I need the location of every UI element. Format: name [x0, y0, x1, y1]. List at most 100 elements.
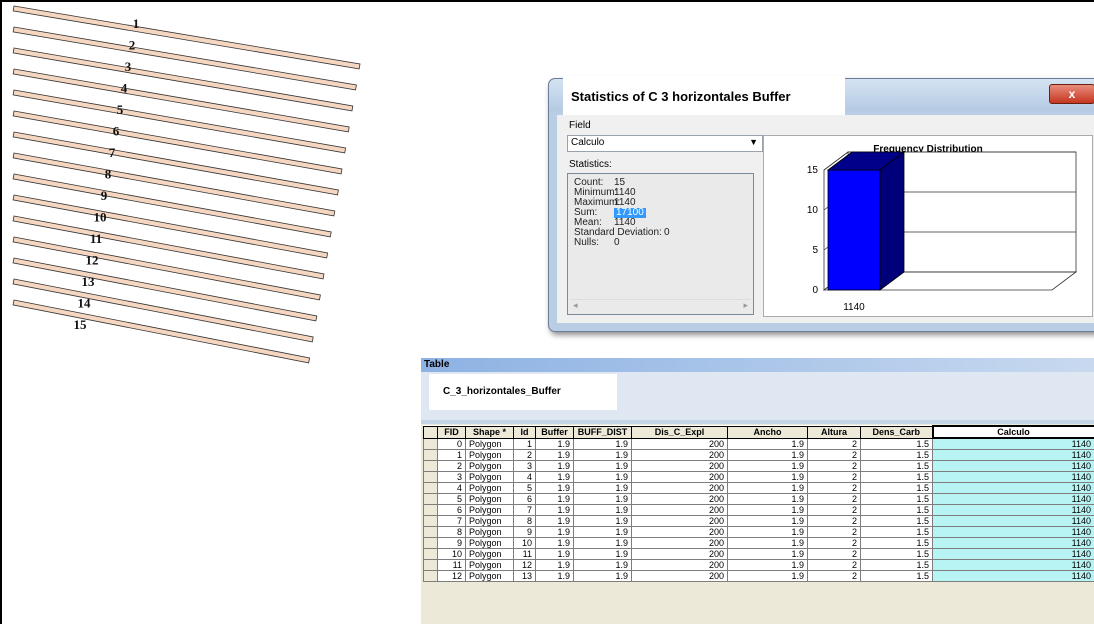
- table-cell[interactable]: 1.9: [535, 482, 574, 494]
- table-cell[interactable]: 1140: [932, 449, 1094, 461]
- row-selector[interactable]: [423, 515, 438, 527]
- column-header[interactable]: Ancho: [727, 425, 808, 439]
- column-header[interactable]: BUFF_DIST: [573, 425, 632, 439]
- chevron-down-icon[interactable]: ▼: [749, 137, 758, 147]
- table-cell[interactable]: 6: [437, 504, 466, 516]
- table-row[interactable]: 4 Polygon 5 1.9 1.9 200 1.9 2 1.5 1140: [423, 482, 1094, 494]
- table-cell[interactable]: 1: [437, 449, 466, 461]
- table-cell[interactable]: 1.5: [860, 482, 933, 494]
- table-cell[interactable]: 2: [807, 537, 861, 549]
- table-cell[interactable]: 200: [631, 460, 728, 472]
- row-selector[interactable]: [423, 493, 438, 505]
- table-cell[interactable]: 0: [437, 437, 466, 450]
- column-header[interactable]: FID: [437, 425, 466, 439]
- table-cell[interactable]: 1140: [932, 570, 1094, 582]
- table-cell[interactable]: 2: [807, 559, 861, 571]
- table-cell[interactable]: 1140: [932, 482, 1094, 494]
- table-cell[interactable]: 1140: [932, 526, 1094, 538]
- column-header[interactable]: Buffer: [535, 425, 574, 439]
- row-selector[interactable]: [423, 471, 438, 483]
- row-selector[interactable]: [423, 526, 438, 538]
- table-cell[interactable]: 7: [437, 515, 466, 527]
- table-cell[interactable]: 1.9: [727, 449, 808, 461]
- table-cell[interactable]: 1.9: [535, 460, 574, 472]
- table-cell[interactable]: 200: [631, 471, 728, 483]
- table-cell[interactable]: 1.5: [860, 471, 933, 483]
- table-cell[interactable]: 1.5: [860, 537, 933, 549]
- table-cell[interactable]: 11: [513, 548, 536, 560]
- scroll-right-icon[interactable]: ▸: [743, 300, 748, 311]
- table-cell[interactable]: 200: [631, 493, 728, 505]
- table-cell[interactable]: 11: [437, 559, 466, 571]
- table-cell[interactable]: 1.9: [573, 526, 632, 538]
- table-cell[interactable]: 1.5: [860, 504, 933, 516]
- table-cell[interactable]: 1.5: [860, 460, 933, 472]
- table-cell[interactable]: 1140: [932, 548, 1094, 560]
- table-cell[interactable]: 1.9: [535, 548, 574, 560]
- table-cell[interactable]: 200: [631, 504, 728, 516]
- table-cell[interactable]: Polygon: [465, 449, 514, 461]
- table-cell[interactable]: 1.9: [727, 526, 808, 538]
- table-cell[interactable]: 2: [807, 460, 861, 472]
- table-row[interactable]: 3 Polygon 4 1.9 1.9 200 1.9 2 1.5 1140: [423, 471, 1094, 483]
- table-cell[interactable]: 2: [807, 526, 861, 538]
- table-cell[interactable]: Polygon: [465, 504, 514, 516]
- table-cell[interactable]: Polygon: [465, 559, 514, 571]
- row-selector[interactable]: [423, 570, 438, 582]
- table-cell[interactable]: 12: [437, 570, 466, 582]
- table-cell[interactable]: 1.9: [573, 437, 632, 450]
- table-cell[interactable]: 1.9: [727, 537, 808, 549]
- table-cell[interactable]: Polygon: [465, 482, 514, 494]
- table-cell[interactable]: 5: [513, 482, 536, 494]
- table-cell[interactable]: 2: [807, 504, 861, 516]
- table-cell[interactable]: 3: [437, 471, 466, 483]
- table-cell[interactable]: 2: [807, 493, 861, 505]
- table-cell[interactable]: 2: [807, 471, 861, 483]
- table-cell[interactable]: Polygon: [465, 548, 514, 560]
- table-cell[interactable]: Polygon: [465, 437, 514, 450]
- table-cell[interactable]: 1.9: [535, 537, 574, 549]
- field-dropdown[interactable]: Calculo ▼: [567, 135, 763, 152]
- table-cell[interactable]: 200: [631, 548, 728, 560]
- table-cell[interactable]: 1140: [932, 559, 1094, 571]
- table-cell[interactable]: 4: [437, 482, 466, 494]
- statistics-textbox[interactable]: Count: 15 Minimum: 1140 Maximum: 1140 Sum: 1710…: [567, 173, 754, 315]
- row-selector[interactable]: [423, 449, 438, 461]
- table-cell[interactable]: 1.5: [860, 515, 933, 527]
- table-row[interactable]: 11 Polygon 12 1.9 1.9 200 1.9 2 1.5 1140: [423, 559, 1094, 571]
- column-header[interactable]: Altura: [807, 425, 861, 439]
- close-button[interactable]: x: [1049, 84, 1094, 104]
- table-cell[interactable]: 200: [631, 570, 728, 582]
- table-row[interactable]: 12 Polygon 13 1.9 1.9 200 1.9 2 1.5 1140: [423, 570, 1094, 582]
- horizontal-scrollbar[interactable]: ◂ ▸: [570, 299, 751, 312]
- table-cell[interactable]: Polygon: [465, 537, 514, 549]
- table-cell[interactable]: 1.9: [573, 548, 632, 560]
- row-selector[interactable]: [423, 537, 438, 549]
- table-cell[interactable]: 1.9: [727, 515, 808, 527]
- table-cell[interactable]: 5: [437, 493, 466, 505]
- table-cell[interactable]: 2: [807, 437, 861, 450]
- table-cell[interactable]: 1.9: [727, 504, 808, 516]
- table-titlebar[interactable]: Table: [421, 358, 1094, 372]
- table-cell[interactable]: 200: [631, 537, 728, 549]
- table-cell[interactable]: 1.9: [535, 559, 574, 571]
- table-cell[interactable]: 1.9: [727, 482, 808, 494]
- table-cell[interactable]: 10: [437, 548, 466, 560]
- table-cell[interactable]: 1140: [932, 537, 1094, 549]
- table-cell[interactable]: 200: [631, 437, 728, 450]
- table-cell[interactable]: 1.5: [860, 437, 933, 450]
- table-cell[interactable]: 1: [513, 437, 536, 450]
- row-selector[interactable]: [423, 504, 438, 516]
- table-row[interactable]: 10 Polygon 11 1.9 1.9 200 1.9 2 1.5 1140: [423, 548, 1094, 560]
- table-cell[interactable]: 1140: [932, 437, 1094, 450]
- map-canvas[interactable]: 123456789101112131415: [0, 0, 420, 400]
- table-cell[interactable]: 3: [513, 460, 536, 472]
- row-selector[interactable]: [423, 482, 438, 494]
- column-header[interactable]: Dis_C_Expl: [631, 425, 728, 439]
- table-cell[interactable]: 1140: [932, 460, 1094, 472]
- table-cell[interactable]: 1.5: [860, 526, 933, 538]
- table-cell[interactable]: 1.5: [860, 548, 933, 560]
- table-cell[interactable]: 1.9: [727, 570, 808, 582]
- table-cell[interactable]: 1.9: [573, 559, 632, 571]
- table-row[interactable]: 2 Polygon 3 1.9 1.9 200 1.9 2 1.5 1140: [423, 460, 1094, 472]
